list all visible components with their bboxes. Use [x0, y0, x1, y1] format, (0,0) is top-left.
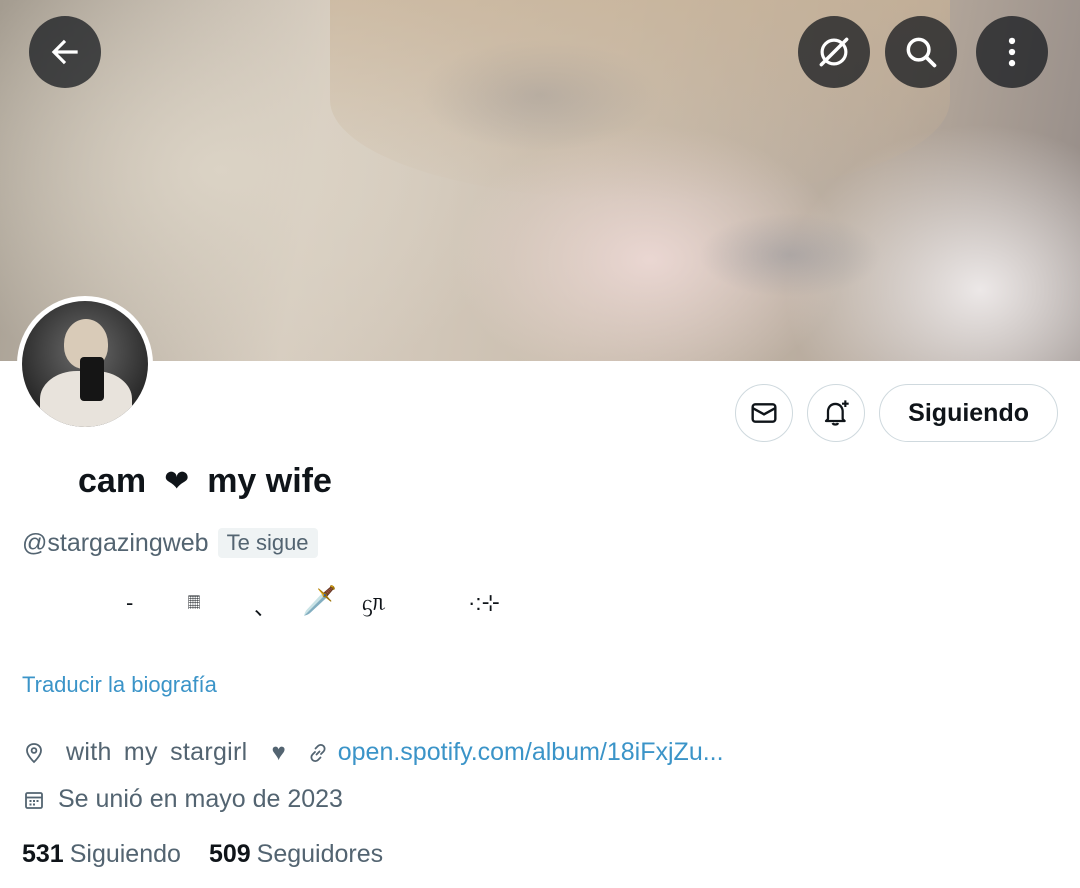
display-name-part1: cam — [78, 462, 147, 500]
followers-label: Seguidores — [256, 840, 384, 868]
display-name: cam ❤ my wife — [78, 462, 332, 501]
search-button[interactable] — [885, 16, 957, 88]
bio-glyph: 𝄜 — [188, 593, 201, 613]
following-stat[interactable]: 531 Siguiendo — [22, 840, 181, 869]
username-handle: @stargazingweb — [22, 528, 209, 557]
bio-glyph: ᦓᥰ — [362, 590, 387, 615]
bio-glyph: 🗡️ — [302, 585, 337, 616]
following-label: Siguiendo — [69, 840, 181, 868]
mail-icon — [751, 403, 777, 423]
bio-glyph: - — [126, 590, 134, 615]
profile-meta-location: with my stargirl ♥ open.spotify.com/albu… — [22, 738, 724, 767]
location-pin-icon — [26, 742, 42, 763]
back-button[interactable] — [29, 16, 101, 88]
following-button[interactable]: Siguiendo — [879, 384, 1058, 442]
heart-symbol: ♥ — [271, 738, 286, 766]
profile-avatar[interactable] — [17, 296, 153, 432]
bell-plus-icon — [825, 400, 849, 426]
followers-count: 509 — [208, 840, 251, 868]
bio-glyph: 、 — [254, 595, 277, 620]
following-count: 531 — [22, 840, 64, 868]
handle-row: @stargazingweb Te sigue — [22, 528, 318, 558]
notifications-button[interactable] — [807, 384, 866, 442]
arrow-left-icon — [51, 39, 78, 65]
bio: - 𝄜 、 🗡️ ᦓᥰ ·:⊹ — [22, 585, 582, 630]
followers-stat[interactable]: 509 Seguidores — [209, 840, 383, 869]
search-icon — [906, 37, 937, 68]
translate-bio-link[interactable]: Traducir la biografía — [22, 672, 217, 698]
link-icon — [310, 743, 326, 762]
profile-actions: Siguiendo — [735, 384, 1058, 442]
display-name-part2: my wife — [207, 462, 332, 500]
joined-date: Se unió en mayo de 2023 — [58, 785, 343, 813]
message-button[interactable] — [735, 384, 794, 442]
grok-icon — [819, 37, 849, 67]
more-vertical-icon — [1008, 37, 1016, 67]
calendar-icon — [25, 791, 43, 809]
profile-banner[interactable] — [0, 0, 1080, 361]
bio-glyph: ·:⊹ — [468, 590, 500, 615]
follow-stats: 531 Siguiendo 509 Seguidores — [22, 840, 383, 869]
heart-icon: ❤ — [164, 465, 190, 498]
profile-meta-joined: Se unió en mayo de 2023 — [22, 785, 343, 814]
more-button[interactable] — [976, 16, 1048, 88]
location-text: with my stargirl — [66, 738, 248, 766]
website-link[interactable]: open.spotify.com/album/18iFxjZu... — [338, 738, 724, 767]
grok-button[interactable] — [798, 16, 870, 88]
avatar-image — [22, 301, 148, 427]
follows-you-badge: Te sigue — [217, 528, 318, 558]
